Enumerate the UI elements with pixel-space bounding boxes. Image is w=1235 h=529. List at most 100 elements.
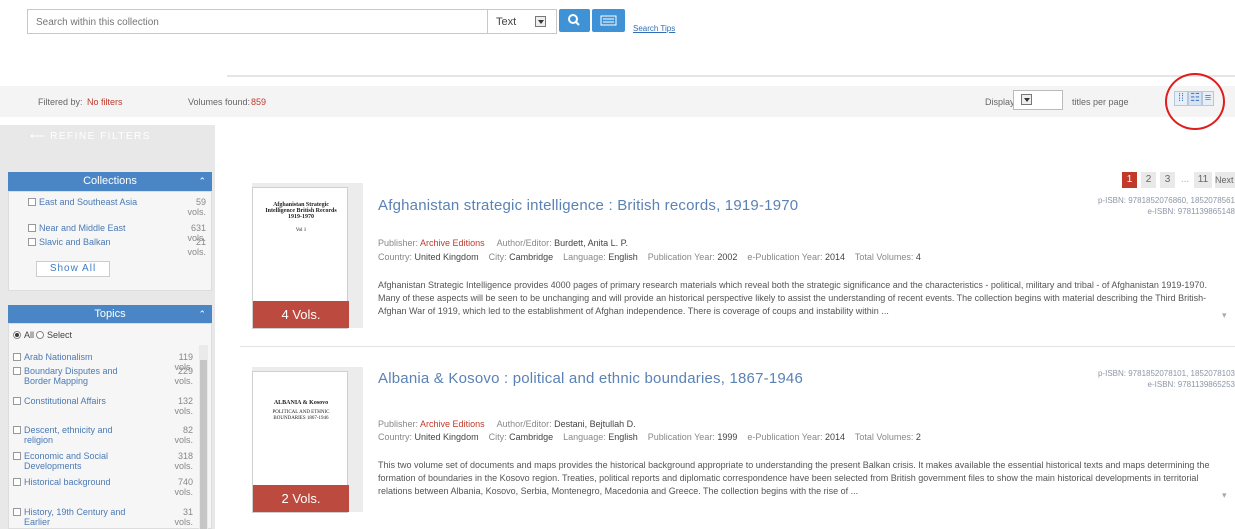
publisher-link[interactable]: Archive Editions [420,238,485,248]
result-eisbn: e-ISBN: 9781139865148 [1147,207,1235,216]
keyboard-icon [600,15,617,26]
cover-subtitle: POLITICAL AND ETHNIC BOUNDARIES 1867-194… [272,410,330,421]
city-value: Cambridge [509,252,554,262]
page-1-button[interactable]: 1 [1122,172,1137,188]
city-label: City: [488,432,507,442]
publisher-link[interactable]: Archive Editions [420,419,485,429]
expand-description-icon[interactable]: ▾ [1222,490,1227,501]
topic-item-name[interactable]: History, 19th Century and Earlier [24,507,139,527]
filtered-by-label: Filtered by: [38,97,83,107]
book-cover[interactable]: ALBANIA & Kosovo POLITICAL AND ETHNIC BO… [252,371,349,513]
collection-item-name[interactable]: East and Southeast Asia [39,197,144,207]
collection-item-name[interactable]: Slavic and Balkan [39,237,159,247]
topic-item-name[interactable]: Historical background [24,477,119,487]
topics-scrollbar-thumb[interactable] [200,360,207,529]
language-value: English [608,432,638,442]
collection-checkbox[interactable] [28,198,36,206]
publisher-label: Publisher: [378,238,419,248]
divider [227,75,1235,77]
result-meta-row2: Country: United Kingdom City: Cambridge … [378,432,921,442]
collections-header[interactable]: Collections ⌃ [8,172,212,191]
cover-title: Afghanistan Strategic Intelligence Briti… [265,202,337,220]
collections-title: Collections [83,175,137,187]
result-title[interactable]: Afghanistan strategic intelligence : Bri… [378,197,798,214]
collection-item-count: 59 vols. [187,197,206,217]
search-tips-link[interactable]: Search Tips [633,24,675,33]
cover-text: ALBANIA & Kosovo POLITICAL AND ETHNIC BO… [259,386,343,422]
country-value: United Kingdom [414,252,479,262]
virtual-keyboard-button[interactable] [592,9,625,32]
refine-filters-toggle[interactable]: ⟵ REFINE FILTERS [30,131,151,142]
topic-item-name[interactable]: Arab Nationalism [24,352,134,362]
collection-checkbox[interactable] [28,224,36,232]
topics-select-radio[interactable] [36,331,44,339]
result-description: Afghanistan Strategic Intelligence provi… [378,280,1207,316]
collapse-icon[interactable]: ⌃ [198,172,206,191]
pubyear-label: Publication Year: [647,432,715,442]
author-label: Author/Editor: [496,419,552,429]
volumes-found-label: Volumes found: [188,97,251,107]
pubyear-value: 2002 [717,252,738,262]
topic-item-count: 740 vols. [174,477,193,497]
topics-header[interactable]: Topics ⌃ [8,305,212,323]
result-meta-row1: Publisher: Archive Editions Author/Edito… [378,238,628,248]
author-value: Burdett, Anita L. P. [554,238,629,248]
language-value: English [608,252,638,262]
epubyear-label: e-Publication Year: [747,432,823,442]
book-cover[interactable]: Afghanistan Strategic Intelligence Briti… [252,187,349,329]
result-description: This two volume set of documents and map… [378,460,1210,496]
chevron-down-icon[interactable] [1021,94,1032,105]
totalvol-value: 2 [915,432,921,442]
topic-checkbox[interactable] [13,452,21,460]
epubyear-value: 2014 [824,252,845,262]
pubyear-label: Publication Year: [647,252,715,262]
city-label: City: [488,252,507,262]
search-input[interactable] [34,11,478,34]
topics-title: Topics [94,308,126,320]
topic-item-name[interactable]: Boundary Disputes and Border Mapping [24,366,139,386]
next-page-button[interactable]: Next → [1215,172,1235,188]
topic-item-name[interactable]: Descent, ethnicity and religion [24,425,124,445]
topic-checkbox[interactable] [13,353,21,361]
result-meta-row1: Publisher: Archive Editions Author/Edito… [378,419,636,429]
collection-checkbox[interactable] [28,238,36,246]
topic-checkbox[interactable] [13,397,21,405]
topics-select-label: Select [47,330,73,340]
collection-item-name[interactable]: Near and Middle East [39,223,169,233]
search-type-select[interactable]: Text [488,9,557,34]
show-all-button[interactable]: Show All [36,261,110,277]
totalvol-label: Total Volumes: [854,252,914,262]
topic-checkbox[interactable] [13,367,21,375]
per-page-select[interactable]: 10 [1013,90,1063,110]
search-input-box[interactable] [27,9,488,34]
result-title[interactable]: Albania & Kosovo : political and ethnic … [378,370,803,387]
topic-item-name[interactable]: Economic and Social Developments [24,451,159,471]
search-icon [568,14,580,26]
page-3-button[interactable]: 3 [1160,172,1175,188]
page-2-button[interactable]: 2 [1141,172,1156,188]
expand-description-icon[interactable]: ▾ [1222,310,1227,321]
cover-subtitle: Vol 1 [295,228,307,233]
topic-checkbox[interactable] [13,508,21,516]
topics-all-label: All [24,330,35,340]
volumes-found-count: 859 [251,97,267,107]
pagination-ellipsis: ... [1180,174,1190,185]
page-last-button[interactable]: 11 [1194,172,1212,188]
result-isbn: p-ISBN: 9781852078101, 1852078103 [1097,369,1235,378]
topics-all-radio[interactable] [13,331,21,339]
topic-item-count: 229 vols. [174,366,193,386]
result-eisbn: e-ISBN: 9781139865253 [1147,380,1235,389]
topic-item-name[interactable]: Constitutional Affairs [24,396,119,406]
collapse-icon[interactable]: ⌃ [198,305,206,323]
search-button[interactable] [559,9,590,32]
filtered-by-value: No filters [87,97,123,107]
country-value: United Kingdom [414,432,479,442]
city-value: Cambridge [509,432,554,442]
per-page-suffix: titles per page [1072,97,1129,107]
totalvol-label: Total Volumes: [854,432,914,442]
epubyear-value: 2014 [824,432,845,442]
volumes-badge: 2 Vols. [253,485,349,512]
topic-checkbox[interactable] [13,426,21,434]
chevron-down-icon[interactable] [535,16,546,27]
topic-checkbox[interactable] [13,478,21,486]
